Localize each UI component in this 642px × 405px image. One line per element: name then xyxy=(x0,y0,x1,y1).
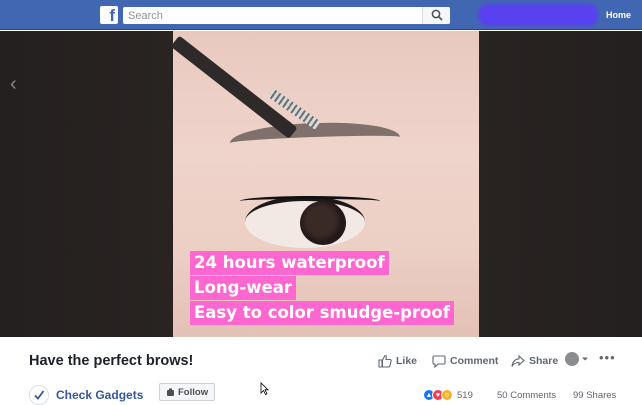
iris-graphic xyxy=(300,201,346,245)
home-link[interactable]: Home xyxy=(606,10,631,20)
follow-icon xyxy=(167,388,174,396)
follow-button[interactable]: Follow xyxy=(159,383,216,401)
facebook-logo-icon[interactable]: f xyxy=(100,6,118,25)
more-icon[interactable]: ••• xyxy=(599,350,616,365)
share-label: Share xyxy=(529,355,559,367)
like-button[interactable]: Like xyxy=(378,354,417,368)
caption-line: Long-wear xyxy=(190,276,296,300)
post-footer: Have the perfect brows! Like Comment Sha… xyxy=(0,337,642,405)
search-input[interactable] xyxy=(123,7,423,24)
video-caption: 24 hours waterproof Long-wear Easy to co… xyxy=(190,251,454,326)
logo-letter: f xyxy=(109,6,115,25)
wow-reaction-icon: o xyxy=(441,389,453,401)
follow-label: Follow xyxy=(178,386,209,398)
back-arrow-icon[interactable]: ‹ xyxy=(10,73,17,96)
post-as-selector[interactable] xyxy=(565,352,589,366)
share-button[interactable]: Share xyxy=(511,354,558,368)
reaction-summary[interactable]: ▲ ♥ o 519 xyxy=(423,389,473,401)
page-avatar[interactable] xyxy=(29,385,49,405)
search-button[interactable] xyxy=(422,7,450,24)
like-label: Like xyxy=(396,355,418,367)
search-box xyxy=(123,7,450,24)
post-title: Have the perfect brows! xyxy=(29,353,194,369)
page-info: Check Gadgets xyxy=(29,385,143,405)
shares-count-link[interactable]: 99 Shares xyxy=(573,390,616,401)
comments-count-link[interactable]: 50 Comments xyxy=(497,390,556,401)
caption-line: 24 hours waterproof xyxy=(190,251,389,275)
redacted-profile xyxy=(478,4,598,26)
eyelash-graphic xyxy=(240,196,380,206)
top-navigation-bar: f Home xyxy=(0,0,642,30)
reaction-count: 519 xyxy=(457,389,473,401)
share-icon xyxy=(511,354,525,367)
viewer-avatar xyxy=(565,352,579,366)
comment-label: Comment xyxy=(450,355,499,367)
comment-button[interactable]: Comment xyxy=(432,354,498,368)
check-icon xyxy=(34,390,45,400)
chevron-down-icon xyxy=(582,357,588,361)
cursor-icon xyxy=(260,382,269,395)
like-icon xyxy=(378,354,392,368)
caption-line: Easy to color smudge-proof xyxy=(190,301,454,325)
search-icon xyxy=(431,9,443,21)
comment-icon xyxy=(432,355,446,368)
